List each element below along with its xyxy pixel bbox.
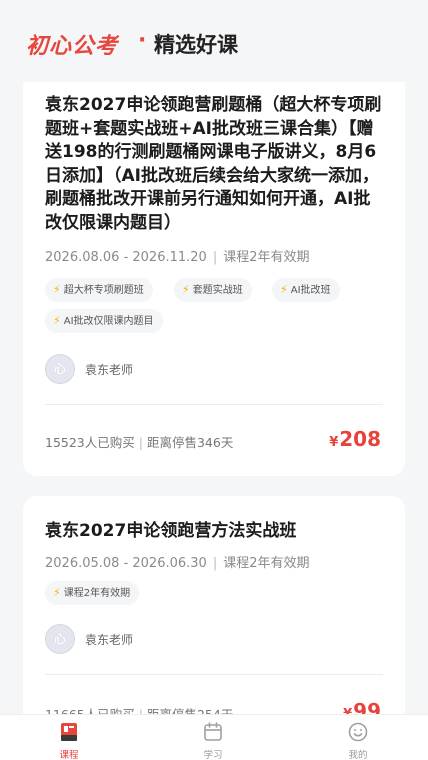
course-card[interactable]: 袁东2027申论领跑营刷题桶（超大杯专项刷题班+套题实战班+AI批改班三课合集）… xyxy=(23,82,405,476)
course-icon xyxy=(61,723,77,741)
course-validity: 课程2年有效期 xyxy=(223,250,310,265)
lightning-icon: ⚡ xyxy=(280,283,288,296)
course-date-range: 2026.08.06 - 2026.11.20 xyxy=(45,250,207,265)
tab-course[interactable]: 课程 xyxy=(29,721,109,760)
course-tag: ⚡ 超大杯专项刷题班 xyxy=(45,278,153,302)
lightning-icon: ⚡ xyxy=(53,586,61,599)
teacher-avatar: 心 xyxy=(45,354,75,384)
currency-symbol: ¥ xyxy=(329,435,339,450)
stop-sale-countdown: 距离停售346天 xyxy=(146,435,234,450)
price-amount: 208 xyxy=(339,427,381,451)
course-validity: 课程2年有效期 xyxy=(223,556,310,571)
teacher-name: 袁东老师 xyxy=(85,363,134,377)
teacher-info: 心 袁东老师 xyxy=(45,354,245,386)
course-card[interactable]: 袁东2027申论领跑营方法实战班 2026.05.08 - 2026.06.30… xyxy=(23,496,405,736)
course-date-range: 2026.05.08 - 2026.06.30 xyxy=(45,556,207,571)
page-header: 初心公考 · 精选好课 xyxy=(0,0,428,80)
teacher-info: 心 袁东老师 xyxy=(45,624,245,656)
teacher-avatar: 心 xyxy=(45,624,75,654)
teacher-name: 袁东老师 xyxy=(85,633,134,647)
tab-profile[interactable]: 我的 xyxy=(318,721,398,760)
page-title: 精选好课 xyxy=(154,33,238,57)
tab-label: 我的 xyxy=(348,750,368,760)
card-divider xyxy=(45,404,383,405)
tab-label: 学习 xyxy=(203,750,223,760)
course-meta: 2026.08.06 - 2026.11.20 | 课程2年有效期 xyxy=(45,250,310,265)
course-tags: ⚡ 课程2年有效期 xyxy=(45,581,395,607)
course-tags: ⚡ 超大杯专项刷题班 ⚡ 套题实战班 ⚡ AI批改班 ⚡ AI批改仅限课内题目 xyxy=(45,278,395,338)
lightning-icon: ⚡ xyxy=(53,283,61,296)
sales-info: 15523人已购买 | 距离停售346天 xyxy=(45,435,234,450)
course-price: ¥208 xyxy=(329,427,381,451)
course-tag: ⚡ AI批改班 xyxy=(272,278,340,302)
card-divider xyxy=(45,674,383,675)
smiley-icon xyxy=(348,722,368,742)
calendar-icon xyxy=(204,722,222,741)
tab-label: 课程 xyxy=(59,750,79,760)
course-title: 袁东2027申论领跑营刷题桶（超大杯专项刷题班+套题实战班+AI批改班三课合集）… xyxy=(45,95,382,233)
brand-logo-text: 初心公考 xyxy=(26,34,119,59)
course-title: 袁东2027申论领跑营方法实战班 xyxy=(45,521,297,541)
course-tag: ⚡ 课程2年有效期 xyxy=(45,581,140,605)
lightning-icon: ⚡ xyxy=(53,314,61,327)
lightning-icon: ⚡ xyxy=(182,283,190,296)
bottom-tab-bar: 课程 学习 我的 xyxy=(0,714,428,760)
course-meta: 2026.05.08 - 2026.06.30 | 课程2年有效期 xyxy=(45,556,310,571)
course-tag: ⚡ AI批改仅限课内题目 xyxy=(45,309,163,333)
tab-study[interactable]: 学习 xyxy=(173,721,253,760)
purchase-count: 15523人已购买 xyxy=(45,435,135,450)
title-separator: · xyxy=(138,28,147,53)
course-tag: ⚡ 套题实战班 xyxy=(174,278,252,302)
